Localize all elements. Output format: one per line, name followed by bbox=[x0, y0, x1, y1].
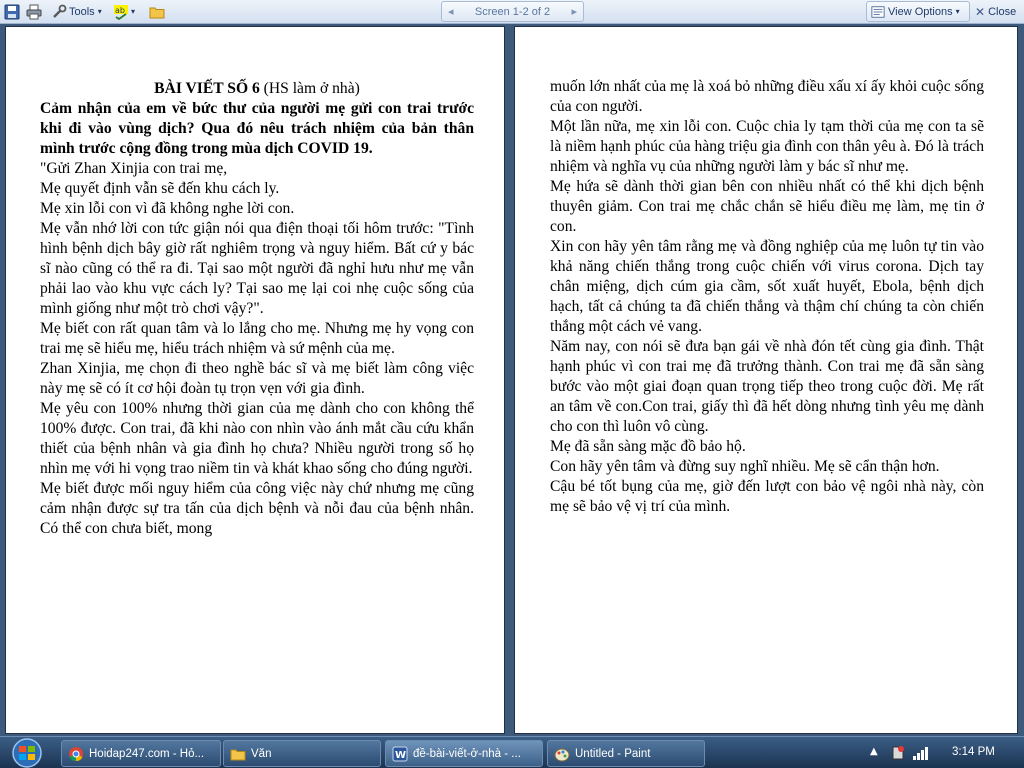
paragraph: Cậu bé tốt bụng của mẹ, giờ đến lượt con… bbox=[550, 478, 984, 515]
reading-toolbar: Tools ▾ ab ▾ ◂ Screen 1-2 of 2 ▸ View Op… bbox=[0, 0, 1024, 24]
tools-label: Tools bbox=[69, 5, 95, 18]
paragraph: Zhan Xinjia, mẹ chọn đi theo nghề bác sĩ… bbox=[40, 360, 474, 397]
printer-icon bbox=[26, 4, 42, 19]
close-icon: ✕ bbox=[975, 4, 986, 19]
folder-button[interactable] bbox=[149, 2, 165, 21]
title-rest: (HS làm ở nhà) bbox=[259, 80, 360, 97]
save-icon bbox=[4, 4, 20, 19]
folder-icon bbox=[149, 7, 165, 18]
title-bold: BÀI VIẾT SỐ 6 bbox=[154, 80, 260, 97]
chevron-down-icon: ▾ bbox=[131, 7, 136, 16]
taskbar-item-paint[interactable]: Untitled - Paint bbox=[547, 740, 705, 767]
chevron-down-icon: ▾ bbox=[97, 7, 102, 16]
paragraph: Mẹ đã sẵn sàng mặc đồ bảo hộ. bbox=[550, 438, 746, 455]
paragraph: Năm nay, con nói sẽ đưa bạn gái về nhà đ… bbox=[550, 338, 984, 435]
paragraph: Mẹ yêu con 100% nhưng thời gian của mẹ d… bbox=[40, 400, 474, 477]
taskbar-item-label: Hoidap247.com - Hỏ... bbox=[89, 747, 205, 760]
document-area: BÀI VIẾT SỐ 6 (HS làm ở nhà) Cảm nhận củ… bbox=[0, 24, 1024, 736]
network-signal-icon[interactable] bbox=[912, 745, 930, 761]
action-center-icon[interactable] bbox=[890, 745, 906, 761]
system-tray: ▲ bbox=[862, 738, 1024, 768]
paragraph: Mẹ vẫn nhớ lời con tức giận nói qua điện… bbox=[40, 220, 474, 317]
next-screen-button[interactable]: ▸ bbox=[571, 5, 577, 18]
show-hidden-icons-button[interactable]: ▲ bbox=[870, 746, 878, 757]
close-label: Close bbox=[988, 5, 1017, 18]
save-button[interactable] bbox=[4, 2, 20, 21]
view-options-button[interactable]: View Options ▾ bbox=[866, 1, 970, 22]
word-icon: W bbox=[392, 746, 408, 761]
paragraph: Xin con hãy yên tâm rằng mẹ và đồng nghi… bbox=[550, 238, 984, 335]
paragraph: Mẹ hứa sẽ dành thời gian bên con nhiều n… bbox=[550, 178, 984, 235]
view-options-label: View Options bbox=[888, 5, 953, 18]
tools-icon bbox=[53, 4, 67, 18]
screen-navigator: ◂ Screen 1-2 of 2 ▸ bbox=[441, 1, 584, 22]
taskbar-item-label: Văn bbox=[251, 747, 272, 760]
taskbar: Hoidap247.com - Hỏ... Văn W đề-bài-viết-… bbox=[0, 736, 1024, 768]
chevron-down-icon: ▾ bbox=[955, 7, 960, 16]
svg-text:W: W bbox=[395, 750, 406, 761]
paragraph: Một lần nữa, mẹ xin lỗi con. Cuộc chia l… bbox=[550, 118, 984, 175]
taskbar-item-browser[interactable]: Hoidap247.com - Hỏ... bbox=[61, 740, 221, 767]
paragraph: "Gửi Zhan Xinjia con trai mẹ, bbox=[40, 160, 228, 177]
view-options-icon bbox=[871, 5, 885, 18]
screen-indicator: Screen 1-2 of 2 bbox=[474, 5, 551, 18]
taskbar-item-label: Untitled - Paint bbox=[575, 747, 651, 760]
volume-icon[interactable] bbox=[935, 745, 951, 761]
tools-menu-button[interactable]: Tools ▾ bbox=[51, 2, 102, 21]
chrome-icon bbox=[69, 746, 83, 761]
taskbar-item-folder[interactable]: Văn bbox=[223, 740, 381, 767]
paragraph: Mẹ quyết định vẫn sẽ đến khu cách ly. bbox=[40, 180, 280, 197]
paragraph: Mẹ xin lỗi con vì đã không nghe lời con. bbox=[40, 200, 295, 217]
close-reading-button[interactable]: ✕ Close bbox=[975, 2, 1016, 21]
assignment-prompt: Cảm nhận của em về bức thư của người mẹ … bbox=[40, 100, 474, 157]
paragraph: muốn lớn nhất của mẹ là xoá bỏ những điề… bbox=[550, 78, 984, 115]
taskbar-clock[interactable]: 3:14 PM bbox=[952, 746, 995, 758]
svg-text:ab: ab bbox=[115, 6, 125, 15]
spelling-button[interactable]: ab ▾ bbox=[113, 2, 135, 21]
taskbar-item-label: đề-bài-viết-ở-nhà - ... bbox=[413, 747, 521, 760]
windows-logo-icon bbox=[12, 738, 42, 768]
paragraph: Mẹ biết con rất quan tâm và lo lắng cho … bbox=[40, 320, 474, 357]
spelling-icon: ab bbox=[114, 4, 128, 20]
taskbar-item-word[interactable]: W đề-bài-viết-ở-nhà - ... bbox=[385, 740, 543, 767]
paint-icon bbox=[554, 748, 570, 761]
paragraph: Con hãy yên tâm và đừng suy nghĩ nhiều. … bbox=[550, 458, 940, 475]
document-page-right: muốn lớn nhất của mẹ là xoá bỏ những điề… bbox=[514, 26, 1018, 734]
page-text-left: BÀI VIẾT SỐ 6 (HS làm ở nhà) Cảm nhận củ… bbox=[40, 79, 474, 539]
start-button[interactable] bbox=[2, 738, 52, 768]
document-page-left: BÀI VIẾT SỐ 6 (HS làm ở nhà) Cảm nhận củ… bbox=[5, 26, 505, 734]
folder-icon bbox=[230, 749, 246, 760]
previous-screen-button[interactable]: ◂ bbox=[448, 5, 454, 18]
document-title: BÀI VIẾT SỐ 6 (HS làm ở nhà) bbox=[40, 79, 474, 99]
paragraph: Mẹ biết được mối nguy hiểm của công việc… bbox=[40, 480, 474, 537]
page-text-right: muốn lớn nhất của mẹ là xoá bỏ những điề… bbox=[550, 77, 984, 517]
print-button[interactable] bbox=[26, 2, 42, 21]
